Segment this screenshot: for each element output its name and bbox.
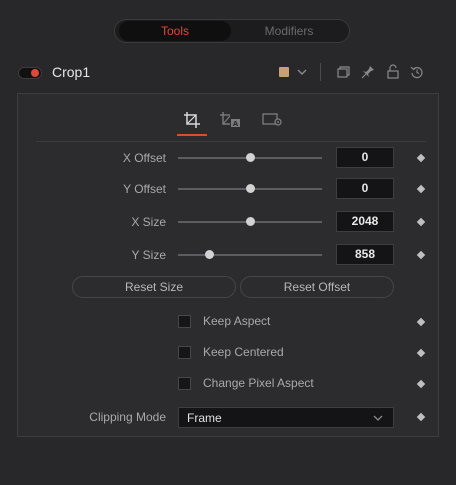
settings-icon[interactable] (262, 112, 284, 128)
pin-icon[interactable] (361, 65, 375, 79)
svg-text:A: A (233, 120, 239, 128)
chevron-down-icon (373, 415, 383, 421)
keep-centered-label: Keep Centered (203, 345, 284, 359)
y-offset-label: Y Offset (123, 182, 166, 196)
y-size-slider-handle[interactable] (205, 250, 214, 259)
x-offset-input[interactable]: 0 (336, 147, 394, 168)
tab-tools[interactable]: Tools (119, 21, 231, 41)
clipping-mode-select[interactable]: Frame (178, 407, 394, 428)
window-icon[interactable] (336, 65, 350, 79)
x-offset-slider-handle[interactable] (246, 153, 255, 162)
x-offset-label: X Offset (122, 151, 166, 165)
y-size-label: Y Size (131, 248, 166, 262)
x-size-input[interactable]: 2048 (336, 211, 394, 232)
crop-icon[interactable] (183, 111, 201, 129)
auto-crop-icon[interactable]: A (219, 111, 241, 129)
x-size-label: X Size (131, 215, 166, 229)
x-size-slider-handle[interactable] (246, 217, 255, 226)
reset-offset-button[interactable]: Reset Offset (240, 276, 394, 298)
active-subtab-indicator (177, 134, 207, 136)
y-offset-input[interactable]: 0 (336, 178, 394, 199)
toggle-icon (31, 69, 39, 77)
subtab-divider (36, 141, 426, 142)
clipping-mode-label: Clipping Mode (89, 410, 166, 424)
change-pixel-aspect-checkbox[interactable] (178, 377, 191, 390)
reset-icon[interactable] (410, 65, 424, 79)
y-size-input[interactable]: 858 (336, 244, 394, 265)
chevron-down-icon[interactable] (296, 66, 308, 78)
y-size-slider-track[interactable] (178, 254, 322, 256)
change-pixel-aspect-label: Change Pixel Aspect (203, 376, 314, 390)
header-divider (320, 63, 321, 81)
tool-tab-bar: Tools Modifiers (114, 19, 350, 43)
keep-centered-checkbox[interactable] (178, 346, 191, 359)
y-offset-slider-handle[interactable] (246, 184, 255, 193)
reset-size-button[interactable]: Reset Size (72, 276, 236, 298)
clipping-mode-value: Frame (187, 411, 222, 425)
tab-modifiers[interactable]: Modifiers (233, 21, 345, 41)
lock-icon[interactable] (386, 64, 400, 79)
node-color-swatch[interactable] (279, 67, 289, 77)
keep-aspect-checkbox[interactable] (178, 315, 191, 328)
keep-aspect-label: Keep Aspect (203, 314, 271, 328)
node-name: Crop1 (52, 64, 91, 80)
node-enable-toggle[interactable] (18, 67, 42, 79)
